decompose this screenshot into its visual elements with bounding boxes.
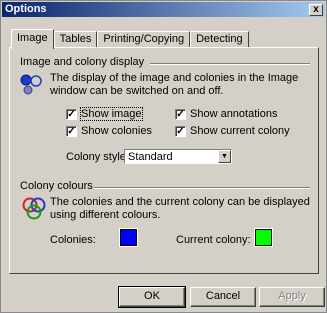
image-group-divider [150, 63, 310, 65]
show-current-colony-check[interactable]: ✓ [175, 125, 186, 137]
tab-detecting[interactable]: Detecting [190, 31, 249, 48]
show-annotations-label[interactable]: Show annotations [190, 108, 277, 120]
tab-strip: Image Tables Printing/Copying Detecting [11, 29, 249, 49]
overlapping-rings-icon [22, 197, 46, 220]
show-annotations-checkbox[interactable]: ✓ Show annotations [175, 108, 277, 120]
colonies-colour-label: Colonies: [50, 234, 96, 246]
show-image-check[interactable]: ✓ [66, 108, 77, 120]
show-colonies-label[interactable]: Show colonies [81, 125, 152, 137]
cancel-button[interactable]: Cancel [190, 287, 256, 307]
apply-button[interactable]: Apply [259, 287, 325, 307]
tab-tables[interactable]: Tables [53, 31, 98, 48]
show-image-label[interactable]: Show image [80, 107, 143, 121]
colour-group-title: Colony colours [20, 180, 93, 192]
colour-group-description: The colonies and the current colony can … [50, 196, 310, 221]
colony-style-select[interactable]: Standard ▼ [124, 149, 232, 164]
colony-dots-icon [20, 74, 42, 95]
show-annotations-check[interactable]: ✓ [175, 108, 186, 120]
ok-button[interactable]: OK [118, 286, 186, 308]
current-colony-colour-swatch[interactable] [254, 228, 273, 247]
colony-style-label: Colony style: [66, 151, 129, 163]
close-button[interactable]: x [309, 4, 323, 16]
image-group-title: Image and colony display [20, 56, 145, 68]
show-current-colony-label[interactable]: Show current colony [190, 125, 290, 137]
image-group-description: The display of the image and colonies in… [50, 72, 299, 97]
show-image-checkbox[interactable]: ✓ Show image [66, 107, 143, 121]
tab-image[interactable]: Image [11, 29, 54, 49]
chevron-down-icon[interactable]: ▼ [218, 150, 231, 163]
colony-style-value: Standard [128, 151, 173, 163]
title-bar[interactable]: Options x [2, 2, 325, 17]
tab-panel-image: Image and colony display The display of … [9, 47, 319, 274]
options-dialog: Options x Image Tables Printing/Copying … [0, 0, 327, 313]
show-colonies-checkbox[interactable]: ✓ Show colonies [66, 125, 152, 137]
current-colony-colour-label: Current colony: [176, 234, 251, 246]
window-title: Options [5, 3, 47, 15]
tab-printing-copying[interactable]: Printing/Copying [97, 31, 191, 48]
colonies-colour-swatch[interactable] [119, 228, 138, 247]
show-current-colony-checkbox[interactable]: ✓ Show current colony [175, 125, 290, 137]
colour-group-divider [94, 187, 310, 189]
show-colonies-check[interactable]: ✓ [66, 125, 77, 137]
